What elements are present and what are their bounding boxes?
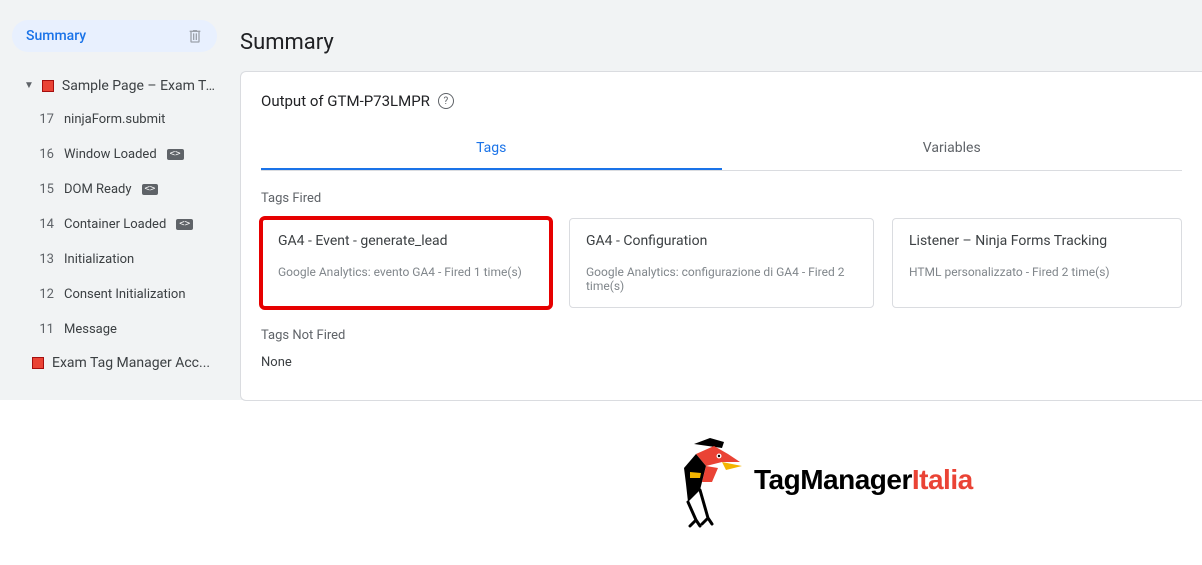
event-label: Consent Initialization <box>64 287 186 302</box>
tree-page-row-2[interactable]: Exam Tag Manager Acc... <box>18 347 230 379</box>
tag-card[interactable]: GA4 - Event - generate_lead Google Analyt… <box>261 218 551 308</box>
event-row[interactable]: 17 ninjaForm.submit <box>36 102 230 137</box>
event-label: Window Loaded <box>64 147 157 162</box>
tag-card[interactable]: Listener – Ninja Forms Tracking HTML pers… <box>892 218 1182 308</box>
tag-card-subtitle: Google Analytics: configurazione di GA4 … <box>586 265 857 293</box>
event-label: Initialization <box>64 252 134 267</box>
event-index: 13 <box>36 252 54 267</box>
event-index: 15 <box>36 182 54 197</box>
help-icon[interactable]: ? <box>438 93 454 109</box>
tag-card-title: GA4 - Configuration <box>586 233 857 249</box>
tab-variables[interactable]: Variables <box>722 128 1183 170</box>
brand-text-a: TagManager <box>754 464 912 495</box>
main-content: Summary Output of GTM-P73LMPR ? Tags Var… <box>230 0 1202 400</box>
event-row[interactable]: 15 DOM Ready <> <box>36 172 230 207</box>
tag-card-title: GA4 - Event - generate_lead <box>278 233 534 249</box>
tabs: Tags Variables <box>261 128 1182 171</box>
event-label: DOM Ready <box>64 182 132 197</box>
output-panel: Output of GTM-P73LMPR ? Tags Variables T… <box>240 71 1202 401</box>
brand-logo: TagManagerItalia <box>666 432 973 528</box>
page-status-icon <box>32 357 44 369</box>
code-chip-icon: <> <box>167 149 184 160</box>
event-row[interactable]: 14 Container Loaded <> <box>36 207 230 242</box>
brand-text-b: Italia <box>912 464 973 495</box>
event-row[interactable]: 12 Consent Initialization <box>36 277 230 312</box>
tag-card-subtitle: HTML personalizzato - Fired 2 time(s) <box>909 265 1165 279</box>
page-title: Summary <box>240 30 1202 55</box>
clear-icon[interactable] <box>187 28 203 44</box>
tags-fired-label: Tags Fired <box>261 191 1182 206</box>
woodpecker-icon <box>666 432 746 528</box>
sidebar: Summary ▼ Sample Page – Exam Ta... 17 nin… <box>0 0 230 400</box>
code-chip-icon: <> <box>176 219 193 230</box>
output-label: Output of GTM-P73LMPR <box>261 92 430 110</box>
summary-nav-item[interactable]: Summary <box>12 20 217 52</box>
tag-card[interactable]: GA4 - Configuration Google Analytics: con… <box>569 218 874 308</box>
summary-label: Summary <box>26 28 86 44</box>
event-row[interactable]: 11 Message <box>36 312 230 347</box>
event-index: 16 <box>36 147 54 162</box>
event-row[interactable]: 13 Initialization <box>36 242 230 277</box>
event-index: 11 <box>36 322 54 337</box>
tag-card-subtitle: Google Analytics: evento GA4 - Fired 1 t… <box>278 265 534 279</box>
none-text: None <box>261 355 1182 370</box>
tags-not-fired-label: Tags Not Fired <box>261 328 1182 343</box>
event-index: 12 <box>36 287 54 302</box>
tree-page-title-2: Exam Tag Manager Acc... <box>52 355 210 371</box>
event-index: 17 <box>36 112 54 127</box>
event-label: Container Loaded <box>64 217 166 232</box>
tree-page-title: Sample Page – Exam Ta... <box>62 78 222 94</box>
event-label: Message <box>64 322 117 337</box>
code-chip-icon: <> <box>142 184 159 195</box>
event-index: 14 <box>36 217 54 232</box>
tag-card-title: Listener – Ninja Forms Tracking <box>909 233 1165 249</box>
page-status-icon <box>42 80 54 92</box>
caret-down-icon: ▼ <box>24 80 34 91</box>
event-label: ninjaForm.submit <box>64 112 165 127</box>
tree-page-row[interactable]: ▼ Sample Page – Exam Ta... <box>18 70 230 102</box>
event-tree: ▼ Sample Page – Exam Ta... 17 ninjaForm.s… <box>12 70 230 379</box>
tab-tags[interactable]: Tags <box>261 128 722 170</box>
event-row[interactable]: 16 Window Loaded <> <box>36 137 230 172</box>
